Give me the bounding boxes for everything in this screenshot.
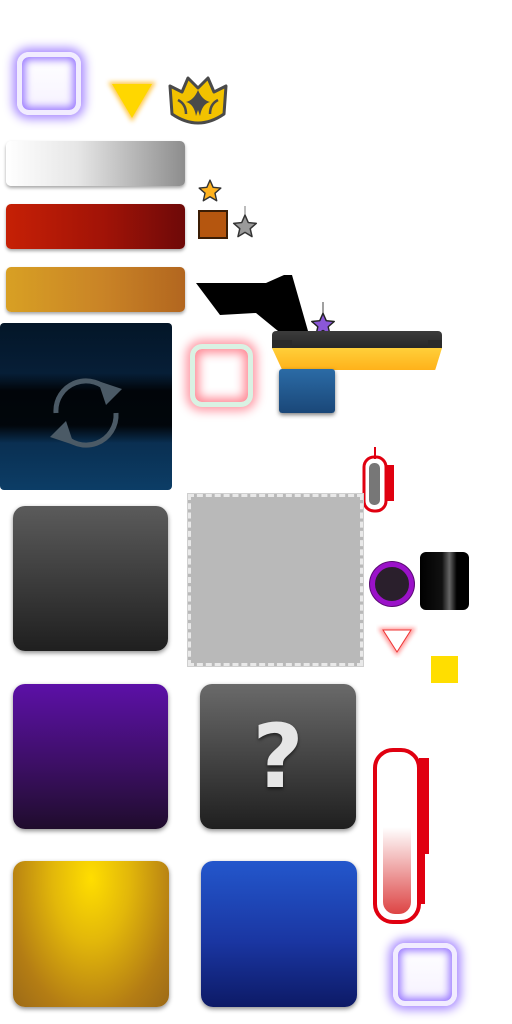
blue-small-button[interactable]: [279, 369, 335, 413]
gray-tile[interactable]: [13, 506, 168, 651]
progress-fill: [272, 348, 442, 370]
red-triangle-down-icon: [378, 628, 416, 656]
refresh-panel[interactable]: [0, 323, 172, 490]
black-pill: [420, 552, 469, 610]
help-tile[interactable]: ?: [200, 684, 356, 829]
glow-frame-purple-icon: [17, 52, 81, 115]
gold-tile[interactable]: [13, 861, 169, 1007]
blue-tile[interactable]: [201, 861, 357, 1007]
purple-tile[interactable]: [13, 684, 168, 829]
red-bar: [6, 204, 185, 249]
yellow-swatch: [431, 656, 458, 683]
silver-bar: [6, 141, 185, 186]
orange-bar: [6, 267, 185, 312]
red-capsule-small: [362, 447, 394, 513]
glow-frame-purple-small-icon: [393, 943, 457, 1006]
glow-frame-red-icon: [190, 344, 253, 407]
dashed-panel: [188, 494, 363, 666]
yellow-arrow-down-icon: [108, 82, 156, 122]
gray-star-icon: [232, 206, 258, 238]
progress-tab-right: [428, 340, 442, 348]
red-capsule-tall: [373, 748, 429, 924]
gold-star-icon: [198, 179, 222, 202]
brown-swatch: [198, 210, 228, 239]
refresh-icon: [50, 378, 122, 448]
progress-tab-left: [272, 340, 292, 348]
purple-ring-icon: [370, 562, 414, 606]
question-mark-icon: ?: [252, 705, 304, 808]
crest-badge-icon: [168, 76, 228, 125]
black-ribbon-shape: [196, 275, 308, 331]
